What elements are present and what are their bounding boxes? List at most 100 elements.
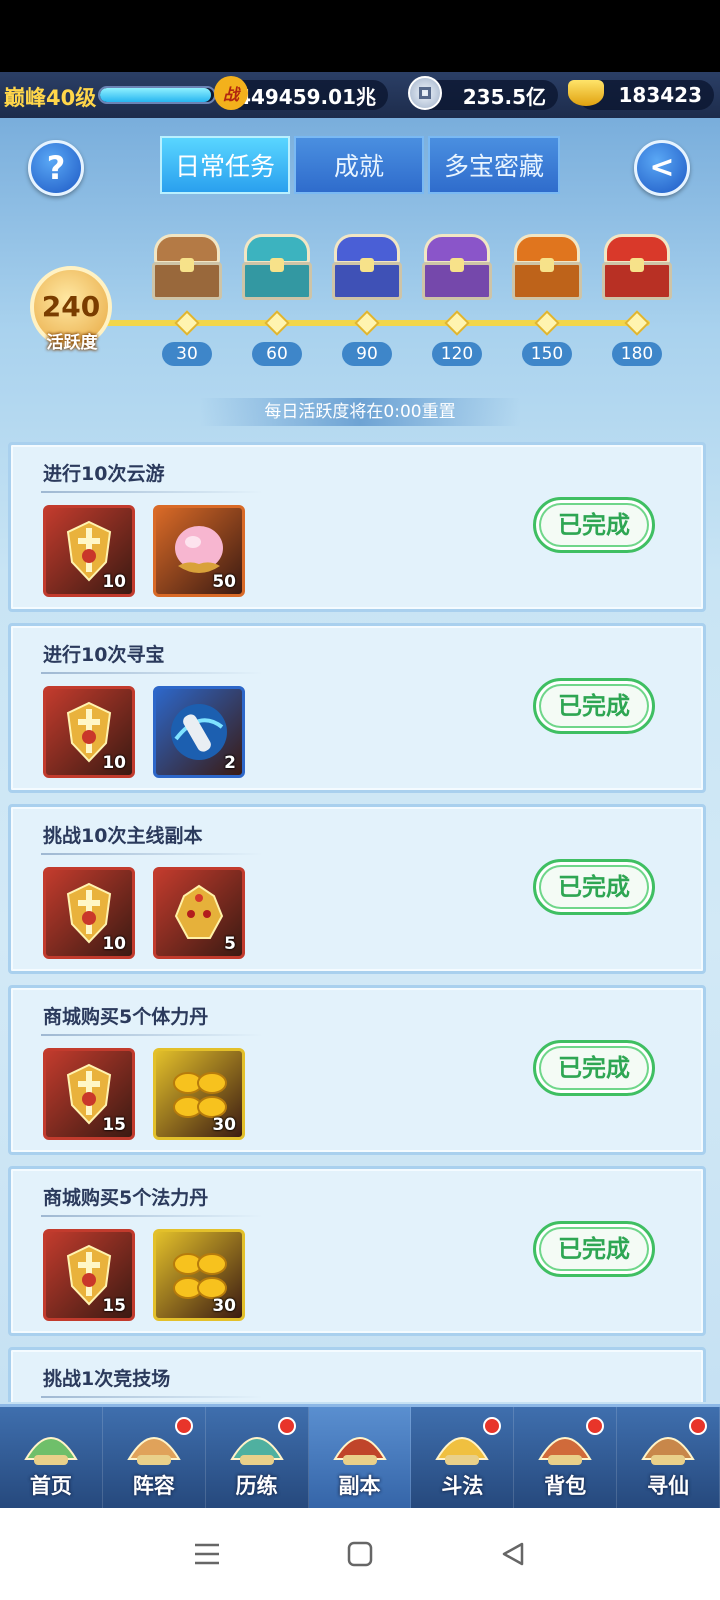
nav-item-home[interactable]: 首页 (0, 1407, 103, 1508)
task-title: 商城购买5个法力丹 (43, 1187, 209, 1209)
activity-score-label: 活跃度 (46, 333, 98, 353)
divider (41, 1396, 263, 1398)
reward-chest-120[interactable] (420, 234, 494, 302)
nav-label: 历练 (235, 1474, 278, 1498)
milestone-label: 60 (252, 342, 302, 366)
milestone-label: 90 (342, 342, 392, 366)
task-card: 进行10次寻宝 10 2 已完成 (8, 623, 706, 793)
back-triangle-icon[interactable] (493, 1534, 533, 1574)
task-completed-button[interactable]: 已完成 (533, 1221, 655, 1277)
task-completed-button[interactable]: 已完成 (533, 1040, 655, 1096)
task-title: 进行10次云游 (43, 463, 165, 485)
reward-count: 10 (102, 753, 126, 773)
help-button[interactable]: ? (28, 140, 84, 196)
reward-count: 30 (212, 1296, 236, 1316)
reward-count: 2 (224, 753, 236, 773)
reward-item[interactable]: 5 (153, 867, 245, 959)
divider (41, 672, 263, 674)
gold-ingot-icon (568, 80, 604, 106)
reward-chest-90[interactable] (330, 234, 404, 302)
reset-note: 每日活跃度将在0:00重置 (200, 398, 520, 426)
task-title: 挑战1次竞技场 (43, 1368, 171, 1390)
task-title: 商城购买5个体力丹 (43, 1006, 209, 1028)
notification-badge (586, 1417, 605, 1435)
reward-item[interactable]: 50 (153, 505, 245, 597)
nav-label: 阵容 (132, 1474, 175, 1498)
divider (41, 491, 263, 493)
home-square-icon[interactable] (340, 1534, 380, 1574)
combat-power: 449459.01兆 (228, 80, 388, 110)
reward-count: 50 (212, 572, 236, 592)
task-completed-button[interactable]: 已完成 (533, 497, 655, 553)
tab-daily-tasks[interactable]: 日常任务 (160, 136, 290, 194)
reward-chest-180[interactable] (600, 234, 674, 302)
divider (41, 853, 263, 855)
bottom-nav: 首页 阵容 历练 副本 斗法 背包 寻仙 (0, 1404, 720, 1508)
milestone-label: 120 (432, 342, 482, 366)
nav-label: 寻仙 (647, 1474, 690, 1498)
player-level: 巅峰40级 (4, 86, 97, 110)
milestone-node (354, 310, 380, 336)
reward-item[interactable]: 30 (153, 1048, 245, 1140)
divider (41, 1034, 263, 1036)
scroll-icon (166, 699, 232, 765)
reward-item[interactable]: 2 (153, 686, 245, 778)
milestone-label: 150 (522, 342, 572, 366)
coin-icon (408, 76, 442, 110)
task-card: 进行10次云游 10 50 已完成 (8, 442, 706, 612)
task-card: 商城购买5个法力丹 15 30 已完成 (8, 1166, 706, 1336)
nav-label: 首页 (29, 1474, 72, 1498)
reward-count: 15 (102, 1296, 126, 1316)
reward-item[interactable]: 10 (43, 505, 135, 597)
milestone-node (444, 310, 470, 336)
tab-treasure-vault[interactable]: 多宝密藏 (428, 136, 560, 194)
reward-count: 10 (102, 572, 126, 592)
back-button[interactable]: < (634, 140, 690, 196)
notification-badge (277, 1417, 296, 1435)
nav-item-training[interactable]: 历练 (206, 1407, 309, 1508)
task-title: 进行10次寻宝 (43, 644, 165, 666)
combat-icon: 战 (214, 76, 248, 110)
reward-item[interactable]: 15 (43, 1229, 135, 1321)
nav-item-bag[interactable]: 背包 (514, 1407, 618, 1508)
task-card: 挑战10次主线副本 10 5 已完成 (8, 804, 706, 974)
notification-badge (483, 1417, 502, 1435)
nav-item-duel[interactable]: 斗法 (411, 1407, 515, 1508)
reward-chest-150[interactable] (510, 234, 584, 302)
nav-item-seek-immortal[interactable]: 寻仙 (617, 1407, 720, 1508)
tab-achievements[interactable]: 成就 (294, 136, 424, 194)
notification-badge (174, 1417, 193, 1435)
task-title: 挑战10次主线副本 (43, 825, 203, 847)
resource-bar: 巅峰40级 449459.01兆 战 235.5亿 183423 (0, 72, 720, 118)
milestone-node (174, 310, 200, 336)
reward-chest-60[interactable] (240, 234, 314, 302)
reward-chest-30[interactable] (150, 234, 224, 302)
game-screen: 巅峰40级 449459.01兆 战 235.5亿 183423 ? 日常任务 … (0, 72, 720, 1508)
menu-icon[interactable] (187, 1534, 227, 1574)
reward-item[interactable]: 10 (43, 686, 135, 778)
reward-count: 30 (212, 1115, 236, 1135)
reward-item[interactable]: 30 (153, 1229, 245, 1321)
reward-count: 10 (102, 934, 126, 954)
nav-label: 背包 (544, 1474, 587, 1498)
nav-item-lineup[interactable]: 阵容 (103, 1407, 206, 1508)
exp-bar (98, 86, 216, 104)
reward-count: 15 (102, 1115, 126, 1135)
task-list[interactable]: 进行10次云游 10 50 已完成 进行10次寻宝 10 2 已完成 挑战10次主线副本 10 5 已… (8, 442, 712, 1402)
task-completed-button[interactable]: 已完成 (533, 678, 655, 734)
reward-item[interactable]: 10 (43, 867, 135, 959)
status-bar (0, 0, 720, 72)
task-card: 挑战1次竞技场 (8, 1347, 706, 1402)
ingot-value: 183423 (618, 83, 703, 107)
reward-item[interactable]: 15 (43, 1048, 135, 1140)
combat-power-value: 449459.01兆 (237, 84, 376, 109)
dungeon-icon (329, 1415, 391, 1471)
home-icon (20, 1415, 82, 1471)
nav-label: 副本 (338, 1474, 381, 1498)
divider (41, 1215, 263, 1217)
reward-count: 5 (224, 934, 236, 954)
task-completed-button[interactable]: 已完成 (533, 859, 655, 915)
nav-label: 斗法 (441, 1474, 484, 1498)
nav-item-dungeon[interactable]: 副本 (308, 1407, 412, 1508)
coin-value: 235.5亿 (462, 84, 546, 109)
